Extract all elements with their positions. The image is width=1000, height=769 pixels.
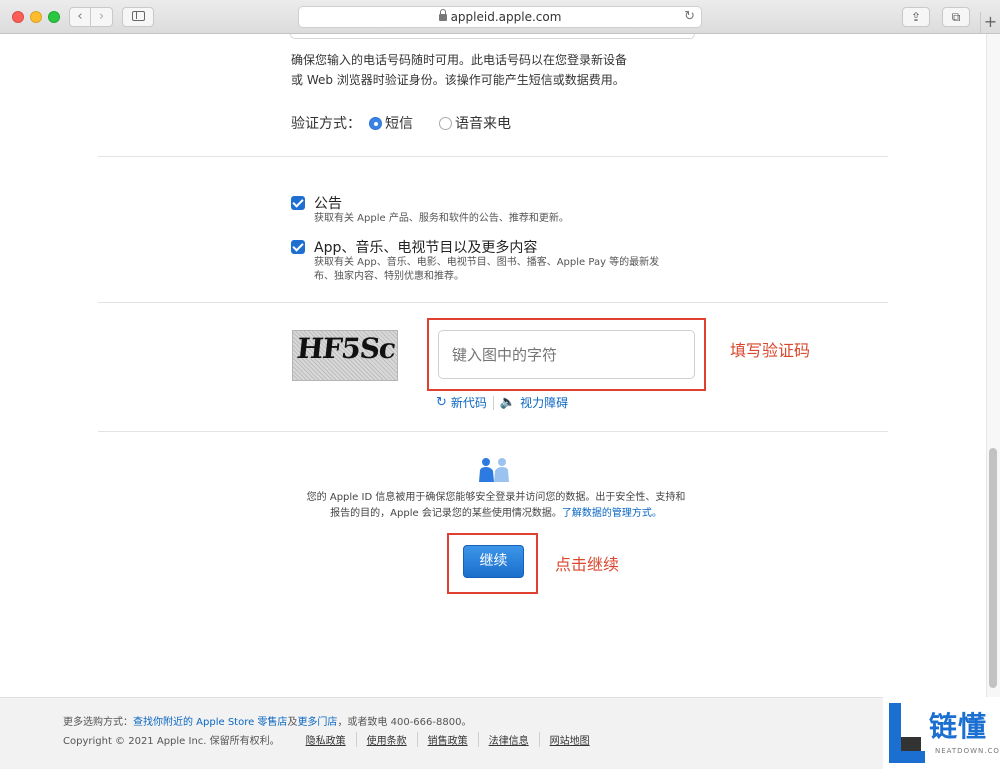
browser-toolbar: ‹ › appleid.apple.com ↻ ⇪ ⧉ +: [0, 0, 1000, 34]
divider: [98, 156, 888, 157]
captcha-input[interactable]: [438, 330, 695, 379]
verification-method: 验证方式： 短信 语音来电: [291, 113, 511, 133]
data-management-link[interactable]: 了解数据的管理方式。: [562, 508, 662, 519]
annotation-fill-captcha: 填写验证码: [730, 341, 811, 360]
captcha-links: ↻ 新代码 🔈 视力障碍: [436, 394, 568, 411]
close-window-button[interactable]: [12, 11, 24, 23]
watermark-subtext: NEATDOWN.COM: [935, 747, 1000, 755]
back-button[interactable]: ‹: [69, 7, 91, 27]
sidebar-toggle-button[interactable]: [122, 7, 154, 27]
forward-button[interactable]: ›: [91, 7, 113, 27]
minimize-window-button[interactable]: [30, 11, 42, 23]
continue-button[interactable]: 继续: [463, 545, 524, 578]
new-tab-button[interactable]: +: [980, 12, 1000, 34]
tabs-icon: ⧉: [951, 10, 961, 24]
watermark-text: 链懂: [929, 710, 988, 743]
annotation-click-continue: 点击继续: [555, 555, 620, 574]
more-stores-link[interactable]: 更多门店: [297, 717, 337, 728]
sidebar-icon: [131, 11, 145, 21]
divider: [98, 302, 888, 303]
sales-policy-link[interactable]: 销售政策: [416, 732, 478, 747]
share-icon: ⇪: [910, 10, 922, 24]
share-button[interactable]: ⇪: [902, 7, 930, 27]
address-bar[interactable]: appleid.apple.com ↻: [298, 6, 702, 28]
watermark-logo: 链懂 NEATDOWN.COM: [883, 697, 1000, 769]
captcha-image: HF5Sc: [292, 330, 398, 381]
page-footer: 更多选购方式：查找你附近的 Apple Store 零售店及更多门店，或者致电 …: [0, 697, 1000, 769]
refresh-icon: ↻: [436, 395, 447, 410]
link-separator: [492, 395, 494, 410]
scrollbar-thumb[interactable]: [989, 448, 997, 688]
find-store-link[interactable]: 查找你附近的 Apple Store 零售店: [133, 717, 287, 728]
tab-overview-button[interactable]: ⧉: [942, 7, 970, 27]
url-text: appleid.apple.com: [450, 10, 562, 24]
terms-link[interactable]: 使用条款: [355, 732, 417, 747]
logo-l-icon: [889, 703, 925, 763]
chevron-left-icon: ‹: [77, 9, 83, 24]
speaker-icon: 🔈: [499, 395, 517, 410]
reload-icon[interactable]: ↻: [684, 7, 695, 27]
footer-shopping: 更多选购方式：查找你附近的 Apple Store 零售店及更多门店，或者致电 …: [63, 717, 472, 728]
footer-legal: Copyright © 2021 Apple Inc. 保留所有权利。 隐私政策…: [63, 732, 600, 747]
chevron-right-icon: ›: [98, 9, 105, 24]
radio-voice-call-label[interactable]: 语音来电: [455, 113, 511, 133]
copyright: Copyright © 2021 Apple Inc. 保留所有权利。: [63, 736, 280, 747]
radio-sms[interactable]: [369, 116, 382, 130]
page-content: 确保您输入的电话号码随时可用。此电话号码以在您登录新设备 或 Web 浏览器时验…: [0, 34, 986, 697]
zoom-window-button[interactable]: [48, 11, 60, 23]
radio-voice-call[interactable]: [439, 116, 452, 130]
phone-input-field[interactable]: [290, 34, 695, 39]
announcements-checkbox[interactable]: [291, 196, 305, 210]
new-code-link[interactable]: 新代码: [451, 394, 487, 411]
media-content-checkbox[interactable]: [291, 240, 305, 254]
lock-icon: [438, 9, 447, 21]
verify-label: 验证方式：: [291, 116, 361, 132]
legal-link[interactable]: 法律信息: [477, 732, 539, 747]
divider: [98, 431, 888, 432]
announcements-title: 公告: [314, 196, 342, 212]
sitemap-link[interactable]: 网站地图: [538, 732, 600, 747]
media-content-desc: 获取有关 App、音乐、电影、电视节目、图书、播客、Apple Pay 等的最新…: [314, 257, 660, 282]
vision-impaired-link[interactable]: 视力障碍: [520, 394, 568, 411]
phone-note: 确保您输入的电话号码随时可用。此电话号码以在您登录新设备 或 Web 浏览器时验…: [291, 53, 628, 87]
radio-sms-label[interactable]: 短信: [385, 113, 413, 133]
announcements-desc: 获取有关 Apple 产品、服务和软件的公告、推荐和更新。: [314, 213, 569, 224]
privacy-policy-link[interactable]: 隐私政策: [280, 732, 356, 747]
people-handshake-icon: [479, 458, 509, 482]
media-content-title: App、音乐、电视节目以及更多内容: [314, 240, 538, 256]
privacy-text: 您的 Apple ID 信息被用于确保您能够安全登录并访问您的数据。出于安全性、…: [306, 492, 686, 519]
